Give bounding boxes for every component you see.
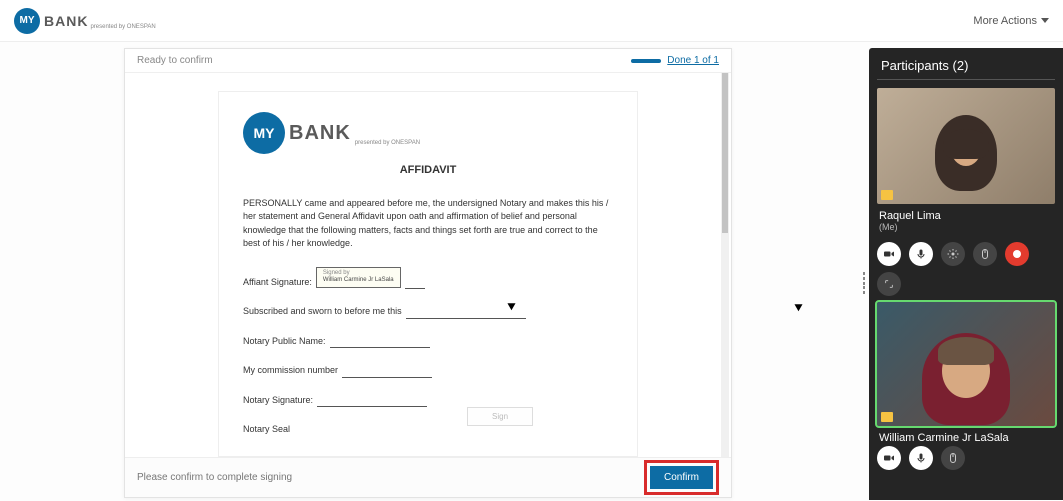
chevron-down-icon [1041,18,1049,23]
notary-name-row: Notary Public Name: [243,335,613,349]
more-actions-menu[interactable]: More Actions [973,15,1049,27]
document-intro: PERSONALLY came and appeared before me, … [243,197,613,251]
participants-title: Participants (2) [869,48,1063,79]
signal-icon [881,412,893,422]
mic-icon [915,248,927,260]
participants-panel: Participants (2) Raquel Lima (Me) [869,48,1063,500]
document-brand-badge: MY [243,112,285,154]
expand-icon [884,279,894,289]
gear-icon [947,248,959,260]
video-tile-self[interactable] [877,88,1055,204]
notary-seal-row: Notary Seal [243,423,613,437]
commission-line [342,368,432,378]
footer-message: Please confirm to complete signing [137,472,292,483]
avatar [935,115,997,191]
cursor-icon [509,301,519,311]
camera-icon [883,452,895,464]
signature-line [405,279,425,289]
notary-signature-label: Notary Signature: [243,394,313,408]
mic-icon [915,452,927,464]
document-title: AFFIDAVIT [243,162,613,179]
affiant-signature-row: Affiant Signature: Signed by William Car… [243,267,613,290]
notary-name-label: Notary Public Name: [243,335,326,349]
remote-controls [869,444,1063,474]
brand-sublabel: presented by ONESPAN [90,24,155,30]
self-controls [869,236,1063,270]
record-button[interactable] [1005,242,1029,266]
participant-me-badge: (Me) [869,222,1063,236]
signer-name: William Carmine Jr LaSala [323,277,394,283]
progress-pill [631,59,661,63]
divider [877,79,1055,80]
signal-icon [881,190,893,200]
document-page: MY BANK presented by ONESPAN AFFIDAVIT P… [218,91,638,457]
main-stage: ✓ Done Ready to confirm Done 1 of 1 MY B… [0,42,1063,501]
sign-here-button[interactable]: Sign [467,407,533,426]
mic-toggle[interactable] [909,242,933,266]
settings-button[interactable] [941,242,965,266]
record-icon [1013,250,1021,258]
participant-name: William Carmine Jr LaSala [869,428,1063,444]
remote-control-button[interactable] [941,446,965,470]
app-header: MY BANK presented by ONESPAN More Action… [0,0,1063,42]
sworn-label: Subscribed and sworn to before me this [243,305,402,319]
confirm-button[interactable]: Confirm [650,466,713,489]
document-brand: MY BANK presented by ONESPAN [243,112,613,154]
sworn-line [406,309,526,319]
panel-resize-handle[interactable] [863,272,867,294]
document-footer: Please confirm to complete signing Confi… [125,457,731,497]
notary-name-line [330,338,430,348]
document-brand-sub: presented by ONESPAN [355,139,420,148]
brand-text: BANK [44,13,88,29]
notary-signature-line [317,397,427,407]
camera-toggle[interactable] [877,242,901,266]
document-brand-text: BANK [289,118,351,148]
mic-toggle[interactable] [909,446,933,470]
progress-link[interactable]: Done 1 of 1 [667,55,719,66]
mouse-icon [979,248,991,260]
avatar [922,333,1010,425]
video-tile-remote[interactable] [877,302,1055,426]
participant-name: Raquel Lima [869,206,1063,222]
brand-badge: MY [14,8,40,34]
document-status: Ready to confirm [137,55,213,66]
document-body[interactable]: MY BANK presented by ONESPAN AFFIDAVIT P… [125,73,731,457]
signature-box[interactable]: Signed by William Carmine Jr LaSala [316,267,401,289]
document-header-bar: Ready to confirm Done 1 of 1 [125,49,731,73]
vertical-scrollbar[interactable] [721,73,729,457]
notary-seal-label: Notary Seal [243,423,290,437]
commission-label: My commission number [243,364,338,378]
more-actions-label: More Actions [973,15,1037,27]
fullscreen-button[interactable] [877,272,901,296]
mouse-icon [947,452,959,464]
camera-toggle[interactable] [877,446,901,470]
brand-logo: MY BANK presented by ONESPAN [14,8,156,34]
camera-icon [883,248,895,260]
signed-by-label: Signed by [323,270,350,276]
document-viewer: Ready to confirm Done 1 of 1 MY BANK pre… [124,48,732,498]
sworn-row: Subscribed and sworn to before me this [243,305,613,319]
affiant-signature-label: Affiant Signature: [243,276,312,290]
remote-control-button[interactable] [973,242,997,266]
scrollbar-thumb[interactable] [722,73,728,233]
confirm-highlight: Confirm [644,460,719,495]
commission-row: My commission number [243,364,613,378]
notary-signature-row: Notary Signature: [243,394,613,408]
cursor-icon [796,302,806,312]
